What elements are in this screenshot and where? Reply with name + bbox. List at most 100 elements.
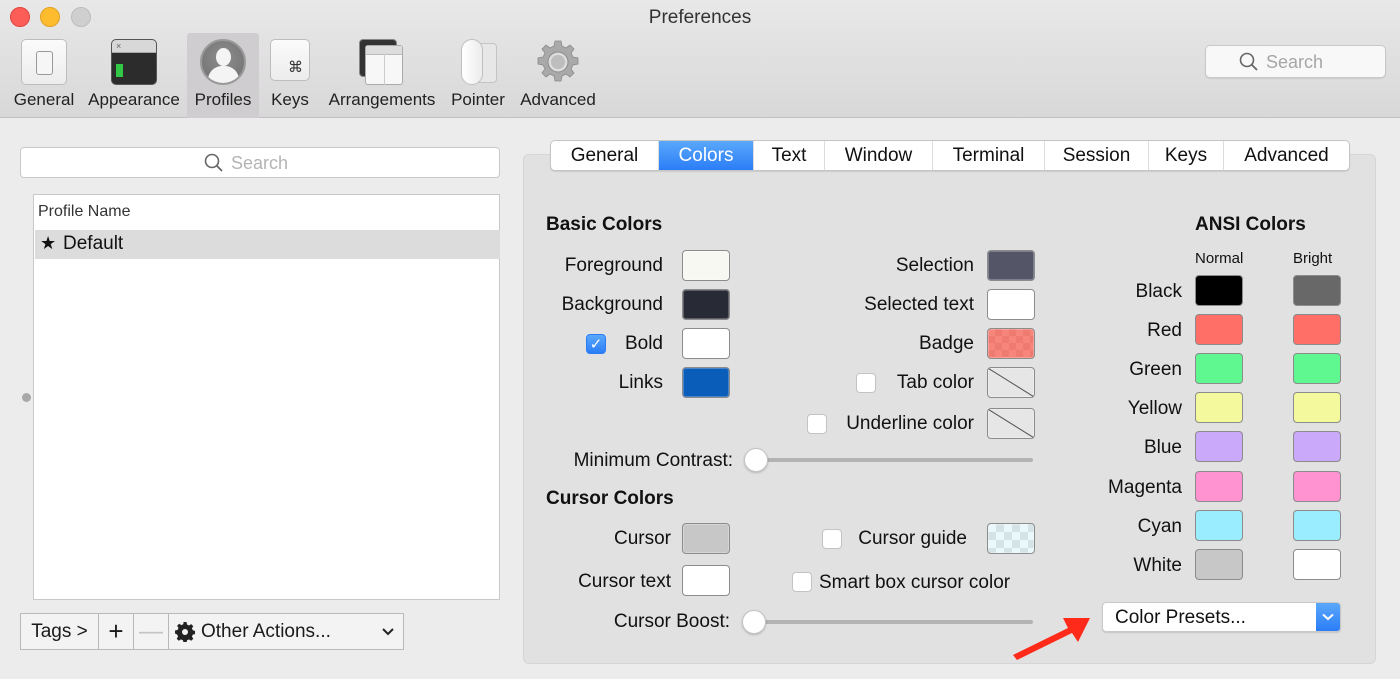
ansi-label-cyan: Cyan — [1137, 516, 1182, 537]
tab-terminal[interactable]: Terminal — [932, 141, 1044, 170]
tab-keys[interactable]: Keys — [1148, 141, 1223, 170]
tab-text[interactable]: Text — [753, 141, 824, 170]
user-profile-icon — [200, 39, 246, 85]
ansi-bright-magenta-well[interactable] — [1293, 471, 1341, 502]
column-header-profile-name[interactable]: Profile Name — [38, 203, 130, 221]
badge-color-well[interactable] — [987, 328, 1035, 359]
bold-checkbox[interactable]: ✓ — [586, 334, 606, 354]
selection-color-well[interactable] — [987, 250, 1035, 281]
cursor-guide-checkbox[interactable] — [822, 529, 842, 549]
ansi-normal-green-well[interactable] — [1195, 353, 1243, 384]
search-icon — [1239, 52, 1258, 71]
ansi-normal-black-well[interactable] — [1195, 275, 1243, 306]
ansi-bright-green-well[interactable] — [1293, 353, 1341, 384]
ansi-bright-white-well[interactable] — [1293, 549, 1341, 580]
chevron-down-icon — [382, 627, 394, 635]
title-bar: Preferences General × Appearance Profile… — [0, 0, 1400, 118]
toolbar-arrangements[interactable]: Arrangements — [324, 33, 440, 118]
tab-general[interactable]: General — [551, 141, 658, 170]
ansi-label-magenta: Magenta — [1108, 477, 1182, 498]
toolbar-profiles-label: Profiles — [194, 90, 252, 109]
toolbar-general-label: General — [13, 90, 75, 109]
cursor-boost-slider-knob[interactable] — [742, 610, 766, 634]
window-arrangements-icon — [359, 39, 405, 85]
ansi-normal-header: Normal — [1195, 250, 1244, 267]
split-view-handle[interactable] — [22, 393, 31, 402]
badge-label: Badge — [919, 333, 974, 354]
basic-colors-heading: Basic Colors — [546, 214, 663, 235]
ansi-normal-yellow-well[interactable] — [1195, 392, 1243, 423]
underline-color-well[interactable] — [987, 408, 1035, 439]
mouse-pointer-icon — [455, 39, 501, 85]
tab-color-checkbox[interactable] — [856, 373, 876, 393]
cursor-text-label: Cursor text — [578, 571, 671, 592]
preferences-search-field[interactable]: Search — [1205, 45, 1386, 78]
color-presets-dropdown[interactable]: Color Presets... — [1102, 602, 1341, 632]
tab-color-label: Tab color — [896, 372, 974, 393]
ansi-label-red: Red — [1147, 320, 1182, 341]
ansi-normal-red-well[interactable] — [1195, 314, 1243, 345]
minimum-contrast-slider-track[interactable] — [752, 458, 1033, 462]
add-profile-button[interactable]: + — [98, 613, 134, 650]
profile-list: Profile Name ★ Default — [33, 194, 500, 600]
ansi-bright-red-well[interactable] — [1293, 314, 1341, 345]
terminal-window-icon: × — [111, 39, 157, 85]
ansi-normal-white-well[interactable] — [1195, 549, 1243, 580]
ansi-bright-blue-well[interactable] — [1293, 431, 1341, 462]
background-label: Background — [561, 294, 663, 315]
profile-name: Default — [63, 233, 124, 254]
red-arrow-annotation-icon — [1013, 618, 1090, 660]
toolbar-general[interactable]: General — [6, 33, 82, 118]
toolbar-pointer[interactable]: Pointer — [446, 33, 510, 118]
selected-text-label: Selected text — [864, 294, 974, 315]
ansi-colors-heading: ANSI Colors — [1195, 214, 1306, 235]
default-star-icon: ★ — [40, 233, 57, 253]
profile-actions-bar: Tags > + — Other Actions... — [20, 613, 404, 650]
toolbar-keys-label: Keys — [271, 90, 309, 109]
toolbar-appearance[interactable]: × Appearance — [84, 33, 184, 118]
ansi-normal-magenta-well[interactable] — [1195, 471, 1243, 502]
foreground-color-well[interactable] — [682, 250, 730, 281]
cursor-guide-label: Cursor guide — [858, 528, 967, 549]
toolbar-appearance-label: Appearance — [88, 90, 180, 109]
other-actions-dropdown[interactable]: Other Actions... — [168, 613, 404, 650]
toolbar-keys[interactable]: ⌘ Keys — [262, 33, 318, 118]
links-label: Links — [618, 372, 663, 393]
tab-colors[interactable]: Colors — [658, 141, 753, 170]
background-color-well[interactable] — [682, 289, 730, 320]
profile-search-field[interactable]: Search — [20, 147, 500, 178]
ansi-normal-blue-well[interactable] — [1195, 431, 1243, 462]
color-presets-chevron-button[interactable] — [1316, 603, 1340, 631]
tab-advanced[interactable]: Advanced — [1223, 141, 1349, 170]
profile-row-default[interactable]: ★ Default — [35, 230, 500, 259]
minimum-contrast-slider-knob[interactable] — [744, 448, 768, 472]
other-actions-label: Other Actions... — [201, 620, 331, 642]
cursor-guide-color-well[interactable] — [987, 523, 1035, 554]
tab-session[interactable]: Session — [1044, 141, 1148, 170]
underline-color-checkbox[interactable] — [807, 414, 827, 434]
tags-button[interactable]: Tags > — [20, 613, 99, 650]
bold-label: Bold — [624, 333, 663, 354]
toolbar-advanced-label: Advanced — [520, 90, 596, 109]
cursor-boost-label: Cursor Boost: — [613, 611, 730, 632]
selection-label: Selection — [895, 255, 974, 276]
toolbar-profiles[interactable]: Profiles — [187, 33, 259, 118]
ansi-bright-black-well[interactable] — [1293, 275, 1341, 306]
tab-color-well[interactable] — [987, 367, 1035, 398]
general-switch-icon — [21, 39, 67, 85]
remove-profile-button[interactable]: — — [133, 613, 169, 650]
links-color-well[interactable] — [682, 367, 730, 398]
tab-window[interactable]: Window — [824, 141, 932, 170]
toolbar-pointer-label: Pointer — [451, 90, 505, 109]
cursor-color-well[interactable] — [682, 523, 730, 554]
ansi-bright-yellow-well[interactable] — [1293, 392, 1341, 423]
cursor-text-color-well[interactable] — [682, 565, 730, 596]
gear-icon — [535, 39, 581, 85]
ansi-bright-cyan-well[interactable] — [1293, 510, 1341, 541]
bold-color-well[interactable] — [682, 328, 730, 359]
ansi-normal-cyan-well[interactable] — [1195, 510, 1243, 541]
cursor-boost-slider-track[interactable] — [750, 620, 1033, 624]
toolbar-advanced[interactable]: Advanced — [516, 33, 600, 118]
selected-text-color-well[interactable] — [987, 289, 1035, 320]
smart-box-cursor-checkbox[interactable] — [792, 572, 812, 592]
